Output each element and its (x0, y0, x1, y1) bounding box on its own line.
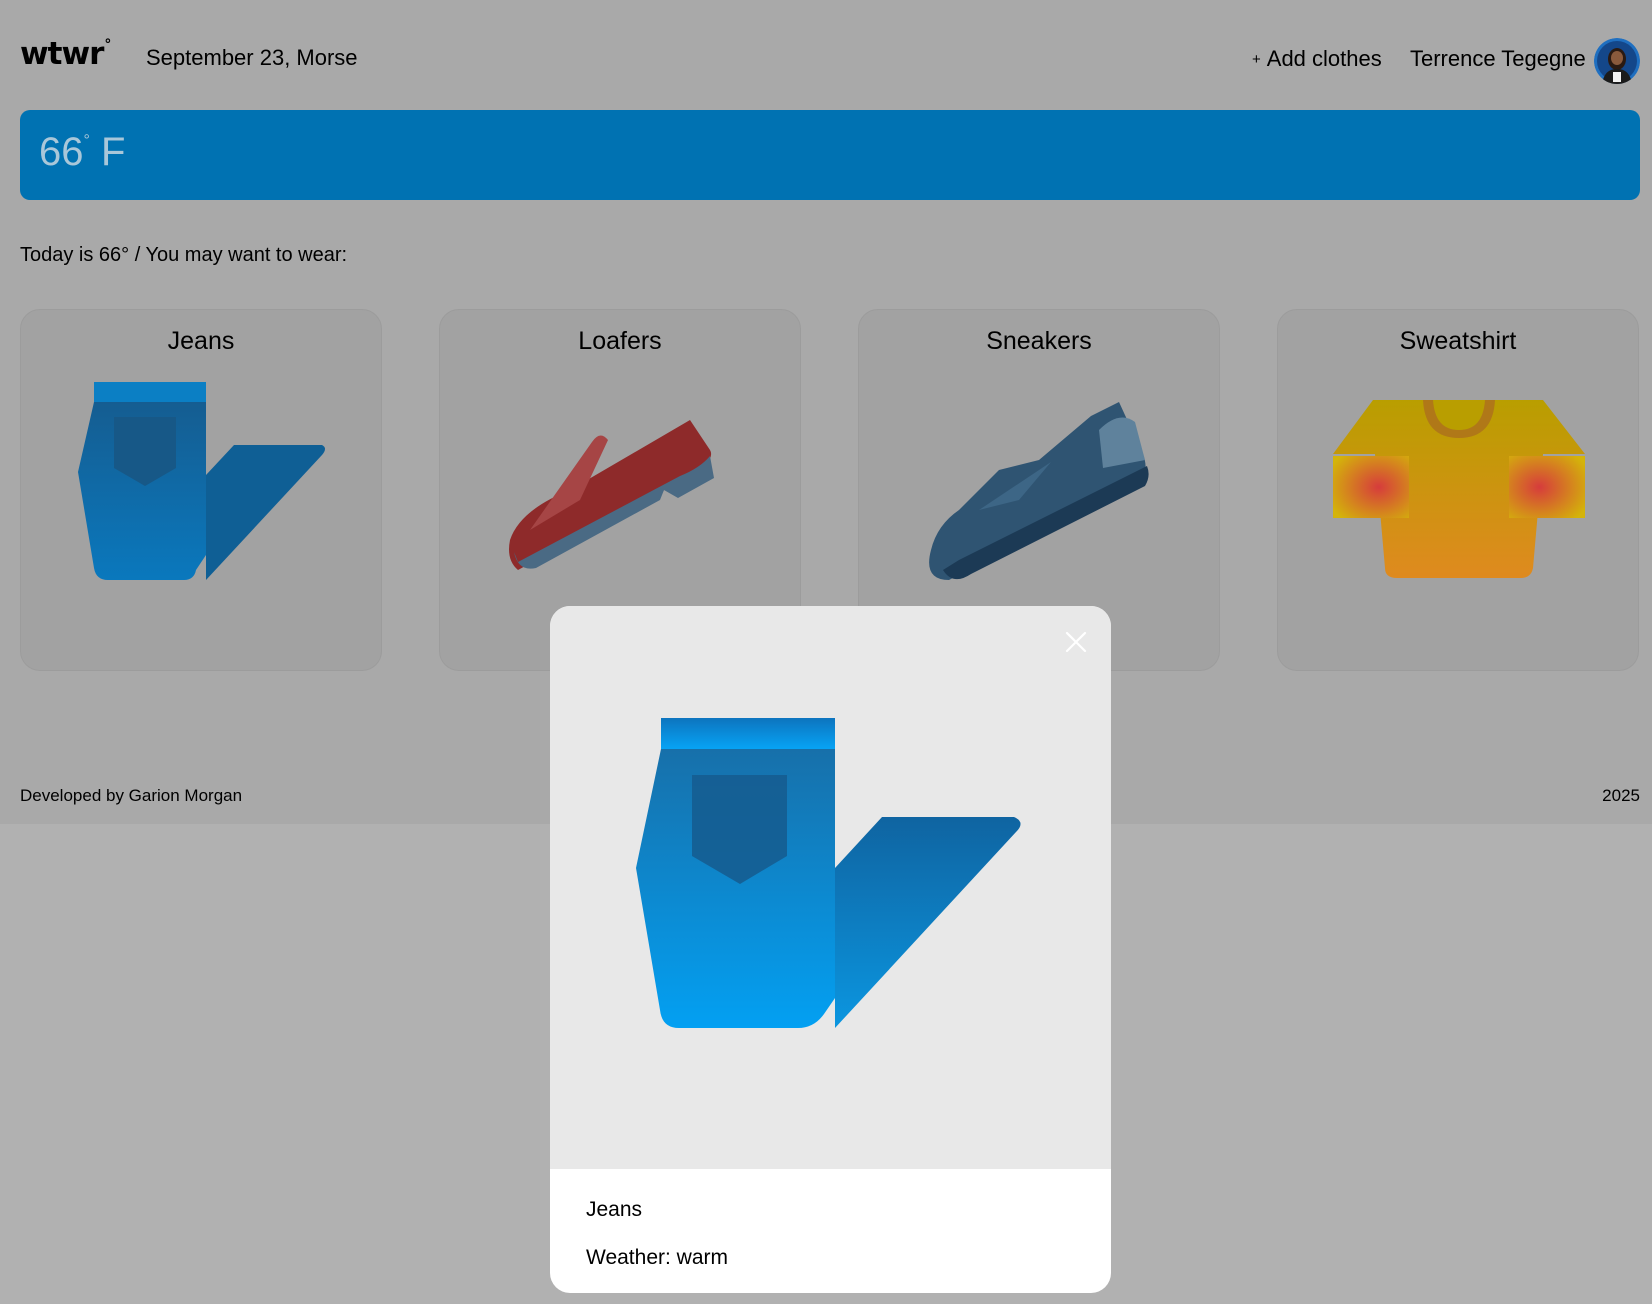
temperature: 66° F (39, 130, 126, 174)
weather-banner: 66° F (20, 110, 1640, 200)
close-button[interactable] (1060, 626, 1092, 658)
footer-year: 2025 (1602, 786, 1640, 805)
jeans-icon (636, 718, 1021, 1028)
item-card-sweatshirt[interactable]: Sweatshirt (1277, 309, 1639, 671)
username[interactable]: Terrence Tegegne (1410, 46, 1586, 72)
item-card-jeans[interactable]: Jeans (20, 309, 382, 671)
item-preview-modal: Jeans Weather: warm (550, 606, 1111, 1293)
modal-image (550, 606, 1111, 1169)
modal-item-weather: Weather: warm (586, 1246, 728, 1269)
user-avatar-icon[interactable] (1594, 38, 1640, 84)
modal-item-name: Jeans (586, 1198, 643, 1221)
plus-icon: + (1252, 51, 1261, 68)
footer-developer: Developed by Garion Morgan (20, 786, 243, 805)
card-title: Jeans (167, 327, 235, 355)
add-clothes-label: Add clothes (1266, 46, 1382, 71)
card-title: Sweatshirt (1399, 327, 1517, 355)
recommendation-text: Today is 66° / You may want to wear: (20, 244, 348, 266)
close-icon (1065, 631, 1087, 653)
jeans-icon (78, 382, 325, 580)
loafer-icon (509, 420, 714, 570)
sneaker-icon (929, 402, 1149, 580)
add-clothes-button[interactable]: + Add clothes (1252, 46, 1382, 72)
sweatshirt-icon (1333, 400, 1585, 578)
app-logo[interactable]: wtwr° (20, 36, 111, 72)
card-title: Sneakers (986, 327, 1092, 355)
card-title: Loafers (578, 327, 662, 355)
date-location: September 23, Morse (146, 45, 358, 70)
